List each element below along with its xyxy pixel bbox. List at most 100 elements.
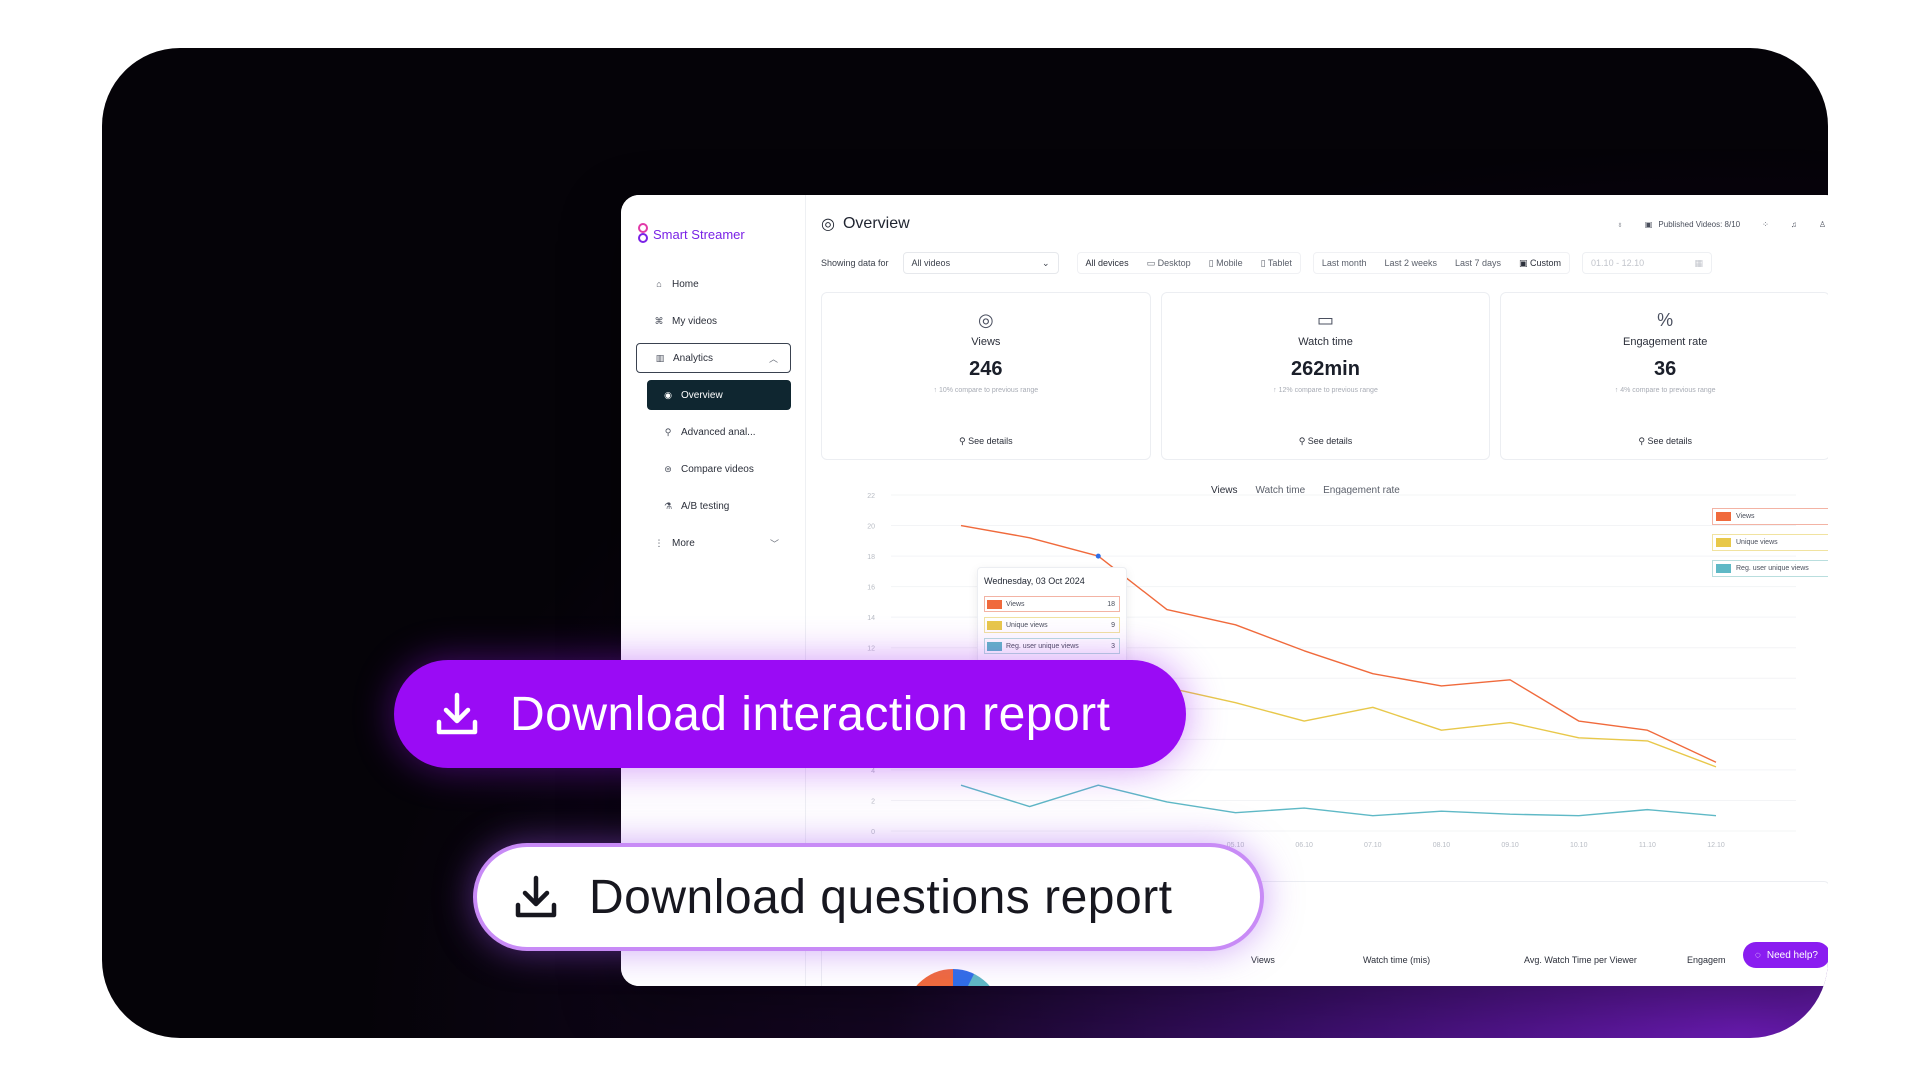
download-questions-report-button[interactable]: Download questions report bbox=[473, 843, 1264, 951]
brand-name: Smart Streamer bbox=[653, 226, 745, 242]
promo-background: Smart Streamer ⌂ Home ⌘ My videos ▥ Anal… bbox=[102, 48, 1828, 1038]
calendar-icon: ▦ bbox=[1694, 257, 1704, 268]
y-tick-label: 2 bbox=[871, 798, 875, 805]
sidebar-item-my-videos[interactable]: ⌘ My videos bbox=[636, 306, 791, 336]
column-engagement[interactable]: Engagem bbox=[1687, 955, 1726, 965]
chevron-down-icon: ⌄ bbox=[1042, 257, 1050, 268]
kpi-card-engagement-rate: % Engagement rate 36 ↑ 4% compare to pre… bbox=[1500, 292, 1828, 460]
y-tick-label: 12 bbox=[867, 646, 875, 653]
y-tick-label: 4 bbox=[871, 768, 875, 775]
sidebar-item-home[interactable]: ⌂ Home bbox=[636, 269, 791, 299]
y-tick-label: 18 bbox=[867, 554, 875, 561]
compare-icon: ⊜ bbox=[664, 463, 672, 474]
range-last-month[interactable]: Last month bbox=[1322, 258, 1367, 268]
legend-swatch bbox=[1716, 564, 1731, 573]
x-tick-label: 09.10 bbox=[1501, 842, 1519, 849]
column-watch-time[interactable]: Watch time (mis) bbox=[1363, 955, 1430, 965]
chart-legend: Views Unique views Reg. user unique view… bbox=[1712, 508, 1828, 586]
sidebar-nav: ⌂ Home ⌘ My videos ▥ Analytics ︿ ◉ Overv bbox=[636, 269, 791, 565]
sidebar-item-label: Overview bbox=[681, 389, 723, 401]
page-title: ◎ Overview bbox=[821, 215, 910, 233]
device-tablet[interactable]: ▯ Tablet bbox=[1261, 258, 1292, 269]
date-range-input[interactable]: 01.10 - 12.10 ▦ bbox=[1582, 252, 1713, 274]
more-icon: ⋮ bbox=[654, 537, 664, 548]
sidebar-item-label: Compare videos bbox=[681, 463, 754, 475]
download-interaction-report-label: Download interaction report bbox=[510, 687, 1111, 741]
tooltip-date: Wednesday, 03 Oct 2024 bbox=[984, 576, 1085, 586]
x-tick-label: 08.10 bbox=[1433, 842, 1451, 849]
download-questions-report-label: Download questions report bbox=[589, 870, 1173, 924]
kpi-change: ↑ 10% compare to previous range bbox=[933, 387, 1039, 394]
column-views[interactable]: Views bbox=[1251, 955, 1275, 965]
user-icon[interactable]: ♙ bbox=[1819, 220, 1826, 229]
sidebar-item-label: Home bbox=[672, 278, 699, 290]
sidebar-item-advanced-analytics[interactable]: ⚲ Advanced anal... bbox=[647, 417, 791, 447]
help-icon: ◌ bbox=[1754, 949, 1761, 961]
page-header: ◎ Overview ♁ ▣ Published Videos: 8/10 ⁘ … bbox=[821, 209, 1826, 239]
bell-icon[interactable]: ♫ bbox=[1791, 220, 1797, 229]
y-tick-label: 20 bbox=[867, 524, 875, 531]
flask-icon: ⚗ bbox=[663, 500, 673, 511]
chevron-down-icon: ﹀ bbox=[769, 538, 779, 549]
bar-chart-icon: ▥ bbox=[655, 352, 665, 363]
tooltip-row-reg-user-unique-views: Reg. user unique views 3 bbox=[984, 638, 1120, 654]
apps-grid-icon[interactable]: ⁘ bbox=[1762, 220, 1769, 229]
kpi-card-views: ◎ Views 246 ↑ 10% compare to previous ra… bbox=[821, 292, 1151, 460]
kpi-value: 262min bbox=[1291, 358, 1360, 380]
download-interaction-report-button[interactable]: Download interaction report bbox=[394, 660, 1186, 768]
range-last-7-days[interactable]: Last 7 days bbox=[1455, 258, 1501, 268]
sidebar-item-compare-videos[interactable]: ⊜ Compare videos bbox=[647, 454, 791, 484]
kpi-value: 36 bbox=[1654, 358, 1677, 380]
legend-item-unique-views[interactable]: Unique views bbox=[1712, 534, 1828, 551]
lightbulb-icon[interactable]: ♁ bbox=[1617, 220, 1623, 229]
legend-item-views[interactable]: Views bbox=[1712, 508, 1828, 525]
showing-data-label: Showing data for bbox=[821, 258, 889, 268]
tooltip-row-views: Views 18 bbox=[984, 596, 1120, 612]
sidebar-item-label: A/B testing bbox=[681, 500, 730, 512]
chart-tooltip: Wednesday, 03 Oct 2024 Views 18 Unique v… bbox=[977, 567, 1127, 663]
legend-swatch bbox=[1716, 538, 1731, 547]
kpi-change: ↑ 12% compare to previous range bbox=[1273, 387, 1378, 394]
sidebar-item-overview[interactable]: ◉ Overview bbox=[647, 380, 791, 410]
device-mobile[interactable]: ▯ Mobile bbox=[1209, 258, 1243, 269]
y-tick-label: 22 bbox=[867, 493, 875, 500]
sidebar-item-more[interactable]: ⋮ More ﹀ bbox=[636, 528, 791, 558]
x-tick-label: 07.10 bbox=[1364, 842, 1382, 849]
see-details-link[interactable]: ⚲ See details bbox=[822, 436, 1150, 447]
x-tick-label: 10.10 bbox=[1570, 842, 1588, 849]
range-custom[interactable]: ▣ Custom bbox=[1519, 258, 1561, 269]
device-all[interactable]: All devices bbox=[1086, 258, 1129, 268]
device-desktop[interactable]: ▭ Desktop bbox=[1147, 258, 1191, 269]
kpi-card-watch-time: ▭ Watch time 262min ↑ 12% compare to pre… bbox=[1160, 292, 1491, 460]
chevron-up-icon: ︿ bbox=[768, 353, 778, 364]
legend-swatch bbox=[987, 620, 1002, 630]
see-details-link[interactable]: ⚲ See details bbox=[1162, 436, 1490, 447]
tooltip-row-unique-views: Unique views 9 bbox=[984, 617, 1120, 633]
see-details-link[interactable]: ⚲ See details bbox=[1501, 436, 1828, 447]
sidebar-item-label: My videos bbox=[672, 315, 718, 327]
range-last-2-weeks[interactable]: Last 2 weeks bbox=[1384, 258, 1437, 268]
eye-icon: ◉ bbox=[664, 389, 672, 400]
videos-icon: ⌘ bbox=[654, 315, 664, 326]
column-avg-watch-time[interactable]: Avg. Watch Time per Viewer bbox=[1524, 955, 1637, 965]
y-tick-label: 14 bbox=[867, 615, 875, 622]
brand-logo[interactable]: Smart Streamer bbox=[637, 223, 745, 245]
sidebar-item-label: Advanced anal... bbox=[681, 426, 756, 438]
legend-swatch bbox=[1716, 512, 1731, 521]
sidebar-item-label: Analytics bbox=[673, 352, 714, 364]
header-actions: ♁ ▣ Published Videos: 8/10 ⁘ ♫ ♙ bbox=[1617, 220, 1826, 229]
home-icon: ⌂ bbox=[656, 279, 662, 289]
video-select[interactable]: All videos ⌄ bbox=[902, 252, 1059, 274]
kpi-cards: ◎ Views 246 ↑ 10% compare to previous ra… bbox=[821, 292, 1828, 460]
filter-bar: Showing data for All videos ⌄ All device… bbox=[821, 251, 1826, 275]
download-icon bbox=[515, 875, 557, 918]
sidebar-item-analytics[interactable]: ▥ Analytics ︿ bbox=[636, 343, 791, 373]
calendar-icon: ▣ bbox=[1644, 219, 1653, 229]
eye-icon: ◎ bbox=[977, 310, 994, 330]
kpi-value: 246 bbox=[969, 358, 1003, 380]
sidebar-item-label: More bbox=[672, 537, 695, 549]
sidebar-item-ab-testing[interactable]: ⚗ A/B testing bbox=[647, 491, 791, 521]
hover-point[interactable] bbox=[1095, 553, 1101, 559]
legend-item-reg-user-unique-views[interactable]: Reg. user unique views bbox=[1712, 560, 1828, 577]
need-help-button[interactable]: ◌ Need help? bbox=[1742, 942, 1828, 968]
